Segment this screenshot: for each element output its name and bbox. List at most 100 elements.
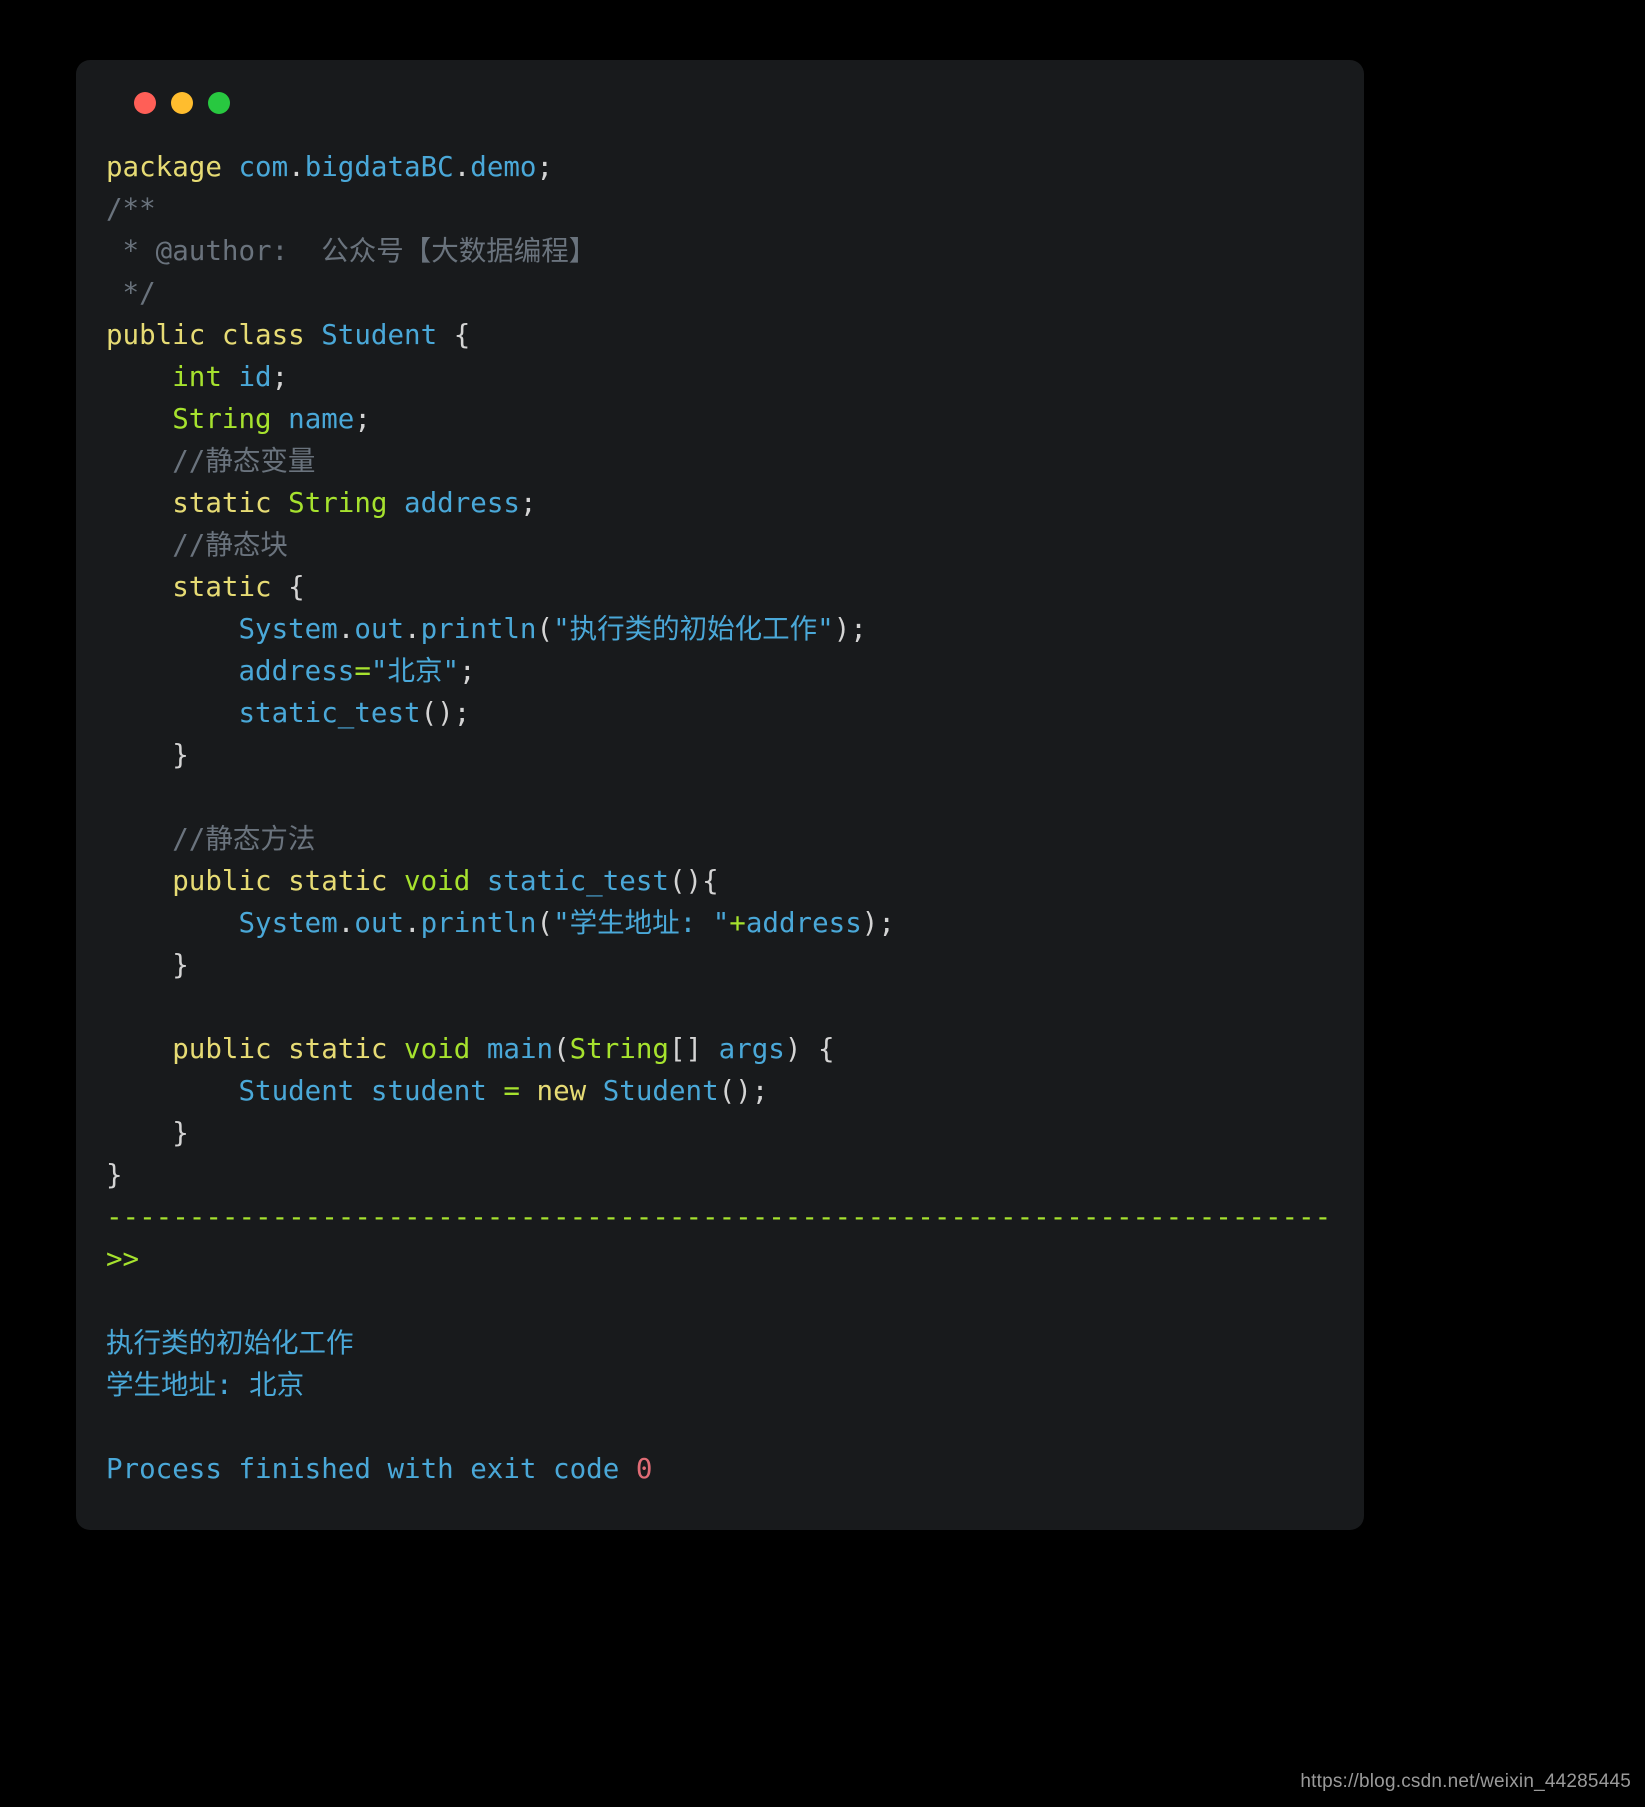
code-token: int <box>172 361 222 393</box>
code-line: //静态块 <box>106 524 1328 566</box>
code-line: Student student = new Student(); <box>106 1070 1328 1112</box>
code-token: //静态方法 <box>106 823 316 855</box>
console-output-line: 执行类的初始化工作 <box>106 1327 354 1359</box>
code-token: ( <box>553 1033 570 1065</box>
code-token: "北京" <box>370 655 460 687</box>
code-token: . <box>337 613 355 645</box>
code-token: String <box>288 487 388 519</box>
code-line: System.out.println("执行类的初始化工作"); <box>106 608 1328 650</box>
code-token: out <box>354 907 405 939</box>
code-token: } <box>106 949 189 981</box>
code-token: (); <box>420 697 471 729</box>
code-block[interactable]: package com.bigdataBC.demo;/** * @author… <box>106 146 1328 1196</box>
code-token: package <box>106 151 239 183</box>
code-line: address="北京"; <box>106 650 1328 692</box>
code-token: com <box>238 151 289 183</box>
code-token: System <box>238 907 338 939</box>
code-line: } <box>106 1154 1328 1196</box>
code-token: main <box>486 1033 554 1065</box>
code-line: } <box>106 734 1328 776</box>
code-token: name <box>288 403 355 435</box>
watermark: https://blog.csdn.net/weixin_44285445 <box>1300 1771 1631 1792</box>
console-separator: ----------------------------------------… <box>106 1201 1328 1233</box>
code-line: } <box>106 944 1328 986</box>
code-token: . <box>404 907 421 939</box>
page-root: package com.bigdataBC.demo;/** * @author… <box>0 0 1645 1807</box>
code-token: ; <box>271 361 289 393</box>
code-token: = <box>503 1075 520 1107</box>
code-token: "执行类的初始化工作" <box>553 613 834 645</box>
minimize-icon[interactable] <box>171 92 193 114</box>
console-exit-line: Process finished with exit code 0 <box>106 1448 1328 1490</box>
code-token: /** <box>106 193 156 225</box>
code-token: static_test <box>486 865 669 897</box>
code-token: demo <box>470 151 537 183</box>
code-token: = <box>354 655 371 687</box>
code-line: package com.bigdataBC.demo; <box>106 146 1328 188</box>
code-token: String <box>569 1033 669 1065</box>
code-token: String <box>172 403 272 435</box>
exit-message: Process finished with exit code <box>106 1453 636 1485</box>
code-line: //静态变量 <box>106 440 1328 482</box>
code-token: ) { <box>784 1033 835 1065</box>
code-token: new <box>536 1075 603 1107</box>
maximize-icon[interactable] <box>208 92 230 114</box>
code-token: */ <box>106 277 156 309</box>
code-token: ( <box>536 907 554 939</box>
code-token: public static <box>172 865 405 897</box>
code-token: Student <box>321 319 438 351</box>
code-token: println <box>420 907 537 939</box>
code-token: ; <box>536 151 554 183</box>
code-token: public static <box>172 1033 405 1065</box>
code-token: ); <box>833 613 867 645</box>
code-line: static { <box>106 566 1328 608</box>
code-token: ; <box>354 403 371 435</box>
code-token: static_test <box>238 697 421 729</box>
code-token: . <box>404 613 421 645</box>
console-spacer <box>106 1280 1328 1322</box>
code-token: id <box>238 361 272 393</box>
code-token: . <box>453 151 471 183</box>
code-token: { <box>437 319 471 351</box>
code-token: } <box>106 1159 123 1191</box>
code-token: student <box>370 1075 487 1107</box>
code-token: ( <box>536 613 554 645</box>
code-line: } <box>106 1112 1328 1154</box>
close-icon[interactable] <box>134 92 156 114</box>
code-token: //静态变量 <box>106 445 316 477</box>
code-token: //静态块 <box>106 529 288 561</box>
code-token: ; <box>519 487 537 519</box>
code-line: public static void main(String[] args) { <box>106 1028 1328 1070</box>
code-card: package com.bigdataBC.demo;/** * @author… <box>76 60 1364 1530</box>
code-token: bigdataBC <box>304 151 454 183</box>
code-token: static <box>172 571 272 603</box>
code-token: static <box>172 487 289 519</box>
code-line: /** <box>106 188 1328 230</box>
code-token: (); <box>718 1075 769 1107</box>
window-titlebar <box>106 60 1328 146</box>
code-token: * @author: 公众号【大数据编程】 <box>106 235 597 267</box>
code-token: args <box>718 1033 785 1065</box>
code-token: void <box>404 1033 471 1065</box>
console-output-line: 学生地址: 北京 <box>106 1369 305 1401</box>
code-token: (){ <box>668 865 719 897</box>
code-token: { <box>271 571 305 603</box>
code-token: } <box>106 1117 189 1149</box>
code-line: static String address; <box>106 482 1328 524</box>
code-token: out <box>354 613 405 645</box>
code-line: System.out.println("学生地址: "+address); <box>106 902 1328 944</box>
